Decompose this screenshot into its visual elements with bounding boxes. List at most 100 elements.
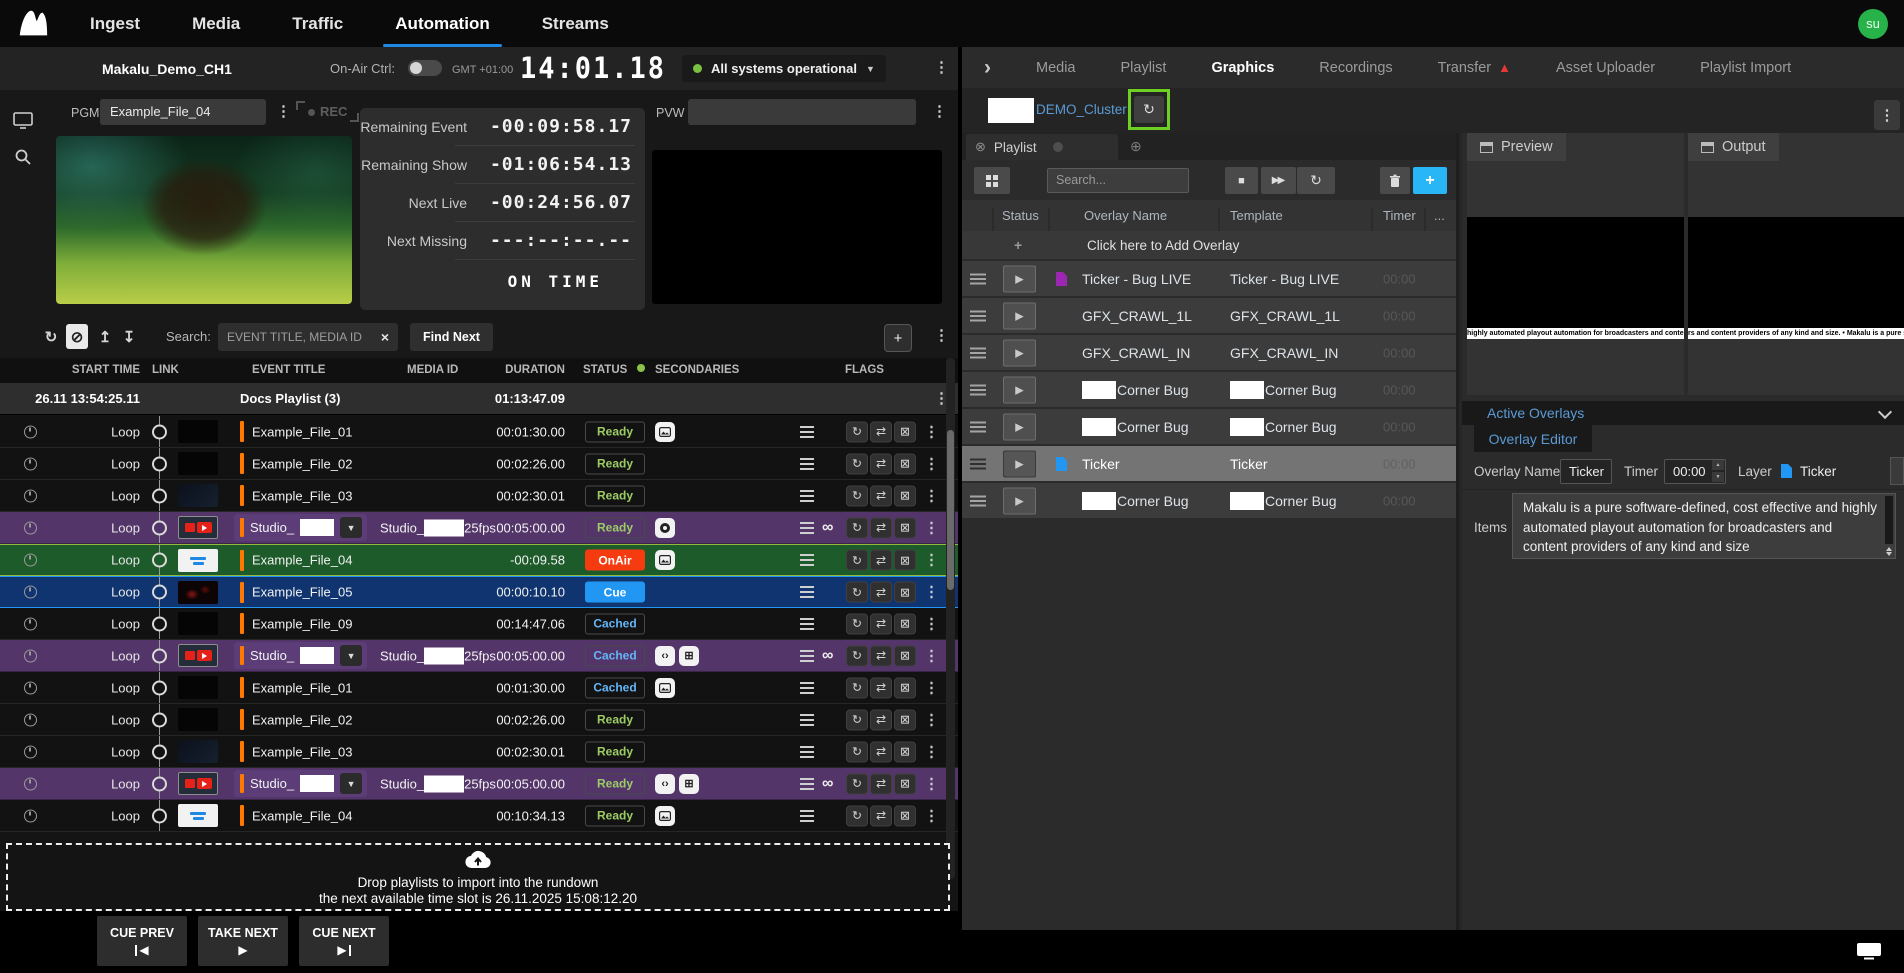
system-status-dropdown[interactable]: All systems operational ▼ [682, 55, 886, 82]
row-menu-kebab-icon[interactable]: ⋮ [924, 488, 939, 503]
autoscroll-off-icon[interactable]: ⊘ [66, 324, 88, 349]
secondaries-list-icon[interactable] [800, 586, 814, 598]
rundown-row-example-file-09-cached[interactable]: LoopExample_File_0900:14:47.06Cached↻⇄⊠⋮ [0, 608, 958, 640]
loop-flag-button[interactable]: ↻ [846, 709, 868, 730]
row-menu-kebab-icon[interactable]: ⋮ [924, 585, 939, 600]
drag-handle-icon[interactable] [970, 347, 986, 358]
row-menu-kebab-icon[interactable]: ⋮ [924, 616, 939, 631]
rundown-row-example-file-03-ready[interactable]: LoopExample_File_0300:02:30.01Ready↻⇄⊠⋮ [0, 480, 958, 512]
secondaries-list-icon[interactable] [800, 426, 814, 438]
link-node[interactable] [152, 520, 167, 535]
rundown-row-example-file-04-ready[interactable]: LoopExample_File_0400:10:34.13Ready↻⇄⊠⋮ [0, 800, 958, 832]
swap-flag-button[interactable]: ⇄ [870, 485, 892, 506]
swap-flag-button[interactable]: ⇄ [870, 582, 892, 603]
swap-flag-button[interactable]: ⇄ [870, 805, 892, 826]
no-thumbnail-flag-button[interactable]: ⊠ [894, 805, 916, 826]
studio-title-cell[interactable]: Studio_▼ [234, 642, 367, 669]
rundown-row-studio-ready[interactable]: LoopStudio_▼Studio_25fps00:05:00.00Ready… [0, 512, 958, 544]
swap-flag-button[interactable]: ⇄ [870, 645, 892, 666]
no-thumbnail-flag-button[interactable]: ⊠ [894, 485, 916, 506]
tab-transfer[interactable]: Transfer▲ [1438, 60, 1511, 76]
swap-flag-button[interactable]: ⇄ [870, 613, 892, 634]
drag-handle-icon[interactable] [970, 273, 986, 284]
active-overlays-bar[interactable]: Active Overlays [1462, 401, 1904, 425]
secondaries-list-icon[interactable] [800, 682, 814, 694]
user-avatar[interactable]: su [1858, 9, 1888, 39]
drag-handle-icon[interactable] [970, 458, 986, 469]
overlay-row-gfx-crawl-1l[interactable]: ▶GFX_CRAWL_1LGFX_CRAWL_1L00:00 [962, 298, 1456, 335]
clear-search-icon[interactable]: × [381, 329, 389, 345]
resize-handle-icon[interactable] [1885, 547, 1892, 556]
display-icon[interactable] [1856, 942, 1882, 965]
row-menu-kebab-icon[interactable]: ⋮ [924, 520, 939, 535]
row-menu-kebab-icon[interactable]: ⋮ [924, 712, 939, 727]
rundown-scrollbar[interactable] [946, 358, 955, 879]
row-menu-kebab-icon[interactable]: ⋮ [924, 424, 939, 439]
scrollbar-thumb[interactable] [947, 430, 954, 590]
link-node[interactable] [152, 808, 167, 823]
loop-flag-button[interactable]: ↻ [846, 645, 868, 666]
nav-tab-ingest[interactable]: Ingest [90, 0, 140, 47]
secondaries-list-icon[interactable] [800, 810, 814, 822]
refresh-icon[interactable]: ↻ [40, 324, 62, 349]
link-node[interactable] [152, 776, 167, 791]
close-tab-icon[interactable]: ⊗ [975, 139, 986, 155]
output-tab[interactable]: Output [1688, 133, 1779, 161]
nav-tab-media[interactable]: Media [192, 0, 240, 47]
loop-flag-button[interactable]: ↻ [846, 517, 868, 538]
overlay-play-button[interactable]: ▶ [1003, 339, 1036, 366]
rundown-menu-kebab-icon[interactable]: ⋮ [934, 328, 949, 343]
link-node[interactable] [152, 616, 167, 631]
studio-title-cell[interactable]: Studio_▼ [234, 514, 367, 541]
collapse-panel-chevron-icon[interactable]: › [984, 57, 991, 78]
timer-stepper[interactable]: ▲▼ [1712, 460, 1724, 482]
loop-flag-button[interactable]: ↻ [846, 550, 868, 571]
loop-flag-button[interactable]: ↻ [846, 805, 868, 826]
chevron-down-icon[interactable]: ▼ [340, 517, 362, 538]
add-event-button[interactable]: + [884, 324, 912, 352]
overlay-play-button[interactable]: ▶ [1003, 413, 1036, 440]
loop-flag-button[interactable]: ↻ [846, 582, 868, 603]
graphics-playlist-tab[interactable]: ⊗ Playlist [966, 134, 1118, 160]
no-thumbnail-flag-button[interactable]: ⊠ [894, 613, 916, 634]
overlay-row-ticker[interactable]: ▶TickerTicker00:00 [962, 446, 1456, 483]
swap-flag-button[interactable]: ⇄ [870, 421, 892, 442]
row-menu-kebab-icon[interactable]: ⋮ [924, 553, 939, 568]
swap-flag-button[interactable]: ⇄ [870, 709, 892, 730]
add-overlay-button[interactable]: + [1413, 167, 1447, 194]
find-next-button[interactable]: Find Next [410, 323, 493, 351]
add-tab-icon[interactable]: ⊕ [1130, 138, 1142, 155]
swap-flag-button[interactable]: ⇄ [870, 741, 892, 762]
add-overlay-row[interactable]: + Click here to Add Overlay [962, 231, 1456, 261]
loop-button[interactable]: ↻ [1297, 167, 1335, 194]
rundown-row-example-file-01-cached[interactable]: LoopExample_File_0100:01:30.00Cached↻⇄⊠⋮ [0, 672, 958, 704]
row-menu-kebab-icon[interactable]: ⋮ [924, 744, 939, 759]
rundown-search-input[interactable]: EVENT TITLE, MEDIA ID × [218, 323, 398, 351]
chevron-down-icon[interactable] [1878, 405, 1892, 419]
tab-asset-uploader[interactable]: Asset Uploader [1556, 60, 1655, 76]
rundown-row-example-file-03-ready[interactable]: LoopExample_File_0300:02:30.01Ready↻⇄⊠⋮ [0, 736, 958, 768]
link-node[interactable] [152, 424, 167, 439]
overlay-row-corner-bug[interactable]: ▶Corner BugCorner Bug00:00 [962, 372, 1456, 409]
panel-menu-kebab-button[interactable]: ⋮ [1874, 100, 1900, 130]
fast-forward-button[interactable]: ▶▶ [1261, 167, 1296, 194]
loop-flag-button[interactable]: ↻ [846, 773, 868, 794]
nav-tab-streams[interactable]: Streams [542, 0, 609, 47]
secondaries-list-icon[interactable] [800, 746, 814, 758]
swap-flag-button[interactable]: ⇄ [870, 677, 892, 698]
row-menu-kebab-icon[interactable]: ⋮ [924, 456, 939, 471]
pvw-file-input[interactable] [688, 99, 916, 125]
delete-button[interactable] [1380, 167, 1410, 194]
overlay-row-corner-bug[interactable]: ▶Corner BugCorner Bug00:00 [962, 409, 1456, 446]
grid-view-button[interactable] [974, 167, 1010, 194]
secondaries-list-icon[interactable] [800, 458, 814, 470]
link-node[interactable] [152, 553, 167, 568]
link-node[interactable] [152, 744, 167, 759]
pgm-menu-kebab-icon[interactable]: ⋮ [276, 104, 291, 119]
drag-handle-icon[interactable] [970, 495, 986, 506]
tab-playlist-import[interactable]: Playlist Import [1700, 60, 1791, 76]
loop-flag-button[interactable]: ↻ [846, 741, 868, 762]
no-thumbnail-flag-button[interactable]: ⊠ [894, 677, 916, 698]
overlay-play-button[interactable]: ▶ [1003, 450, 1036, 477]
rundown-row-studio-cached[interactable]: LoopStudio_▼Studio_25fps00:05:00.00Cache… [0, 640, 958, 672]
